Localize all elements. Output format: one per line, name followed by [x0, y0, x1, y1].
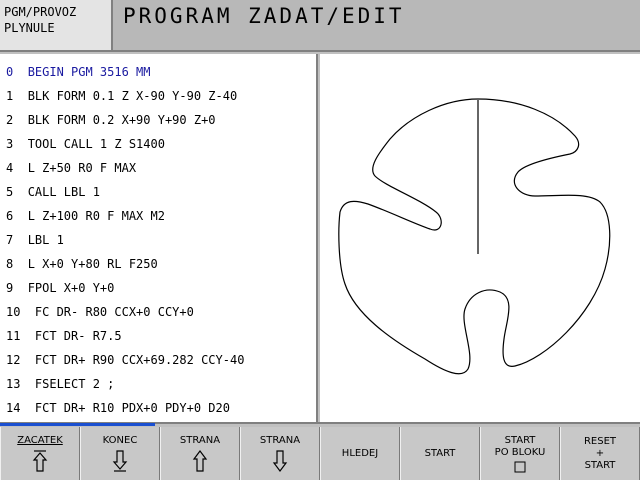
- program-line[interactable]: 9 FPOL X+0 Y+0: [6, 281, 114, 305]
- softkey-label: HLEDEJ: [341, 447, 379, 459]
- line-number: 9: [6, 281, 14, 295]
- softkey-begin[interactable]: ZACATEK: [0, 427, 80, 480]
- line-text: FSELECT 2 ;: [34, 377, 115, 391]
- softkey-label: ZACATEK: [17, 434, 63, 446]
- program-listing[interactable]: 0 BEGIN PGM 3516 MM 1 BLK FORM 0.1 Z X-9…: [0, 54, 318, 422]
- line-text: FC DR- R80 CCX+0 CCY+0: [34, 305, 194, 319]
- softkey-label: STRANA: [179, 434, 221, 446]
- line-text: BLK FORM 0.1 Z X-90 Y-90 Z-40: [27, 89, 238, 103]
- line-number: 7: [6, 233, 14, 247]
- program-line[interactable]: 6 L Z+100 R0 F MAX M2: [6, 209, 165, 233]
- line-number: 2: [6, 113, 14, 127]
- softkey-start[interactable]: START: [400, 427, 480, 480]
- program-line[interactable]: 5 CALL LBL 1: [6, 185, 100, 209]
- mode-line-1: PGM/PROVOZ: [4, 5, 77, 19]
- softkey-single-block[interactable]: START PO BLOKU: [480, 427, 560, 480]
- softkey-reset-start[interactable]: RESET + START: [560, 427, 640, 480]
- program-line[interactable]: 0 BEGIN PGM 3516 MM: [6, 65, 151, 89]
- program-line[interactable]: 1 BLK FORM 0.1 Z X-90 Y-90 Z-40: [6, 89, 237, 113]
- softkey-search[interactable]: HLEDEJ: [320, 427, 400, 480]
- softkey-page-down[interactable]: STRANA: [240, 427, 320, 480]
- checkbox-icon: [514, 461, 526, 472]
- line-number: 6: [6, 209, 14, 223]
- program-line[interactable]: 10 FC DR- R80 CCX+0 CCY+0: [6, 305, 194, 329]
- line-text: BLK FORM 0.2 X+90 Y+90 Z+0: [27, 113, 216, 127]
- softkey-label: START: [424, 447, 456, 459]
- program-line[interactable]: 2 BLK FORM 0.2 X+90 Y+90 Z+0: [6, 113, 216, 137]
- arrow-down-bar-icon: [112, 449, 128, 472]
- line-text: L X+0 Y+80 RL F250: [27, 257, 158, 271]
- program-line[interactable]: 3 TOOL CALL 1 Z S1400: [6, 137, 165, 161]
- softkey-bar: ZACATEK KONEC STRANA STRANA HLEDEJ START…: [0, 427, 640, 480]
- line-number: 11: [6, 329, 21, 343]
- softkey-label: RESET + START: [583, 435, 617, 471]
- program-line[interactable]: 7 LBL 1: [6, 233, 64, 257]
- line-number: 0: [6, 65, 14, 79]
- contour-graphic: [320, 54, 640, 422]
- line-number: 4: [6, 161, 14, 175]
- arrow-up-icon: [192, 449, 208, 472]
- title-bar: PROGRAM ZADAT/EDIT: [113, 0, 640, 52]
- softkey-end[interactable]: KONEC: [80, 427, 160, 480]
- softkey-label: STRANA: [259, 434, 301, 446]
- line-number: 1: [6, 89, 14, 103]
- arrow-up-bar-icon: [32, 449, 48, 472]
- program-line[interactable]: 8 L X+0 Y+80 RL F250: [6, 257, 158, 281]
- line-number: 10: [6, 305, 21, 319]
- line-number: 8: [6, 257, 14, 271]
- line-number: 3: [6, 137, 14, 151]
- softkey-label: START PO BLOKU: [494, 434, 546, 458]
- line-text: LBL 1: [27, 233, 64, 247]
- line-number: 14: [6, 401, 21, 415]
- program-line[interactable]: 4 L Z+50 R0 F MAX: [6, 161, 136, 185]
- arrow-down-icon: [272, 449, 288, 472]
- line-text: CALL LBL 1: [27, 185, 100, 199]
- line-text: TOOL CALL 1 Z S1400: [27, 137, 165, 151]
- contour-drawing: [338, 98, 611, 375]
- softkey-page-up[interactable]: STRANA: [160, 427, 240, 480]
- operating-mode-box: PGM/PROVOZ PLYNULE: [0, 0, 113, 52]
- line-text: L Z+100 R0 F MAX M2: [27, 209, 165, 223]
- program-line[interactable]: 12 FCT DR+ R90 CCX+69.282 CCY-40: [6, 353, 244, 377]
- line-text: FCT DR- R7.5: [34, 329, 122, 343]
- program-line[interactable]: 11 FCT DR- R7.5: [6, 329, 122, 353]
- line-number: 5: [6, 185, 14, 199]
- line-number: 13: [6, 377, 21, 391]
- page-title: PROGRAM ZADAT/EDIT: [123, 4, 405, 28]
- softkey-label: KONEC: [102, 434, 138, 446]
- line-text: FCT DR+ R10 PDX+0 PDY+0 D20: [34, 401, 230, 415]
- line-text: FPOL X+0 Y+0: [27, 281, 115, 295]
- line-text: BEGIN PGM 3516 MM: [27, 65, 151, 79]
- mode-line-2: PLYNULE: [4, 21, 55, 35]
- line-number: 12: [6, 353, 21, 367]
- line-text: L Z+50 R0 F MAX: [27, 161, 137, 175]
- line-text: FCT DR+ R90 CCX+69.282 CCY-40: [34, 353, 245, 367]
- program-line[interactable]: 13 FSELECT 2 ;: [6, 377, 114, 401]
- softkey-level-indicator: [0, 423, 155, 426]
